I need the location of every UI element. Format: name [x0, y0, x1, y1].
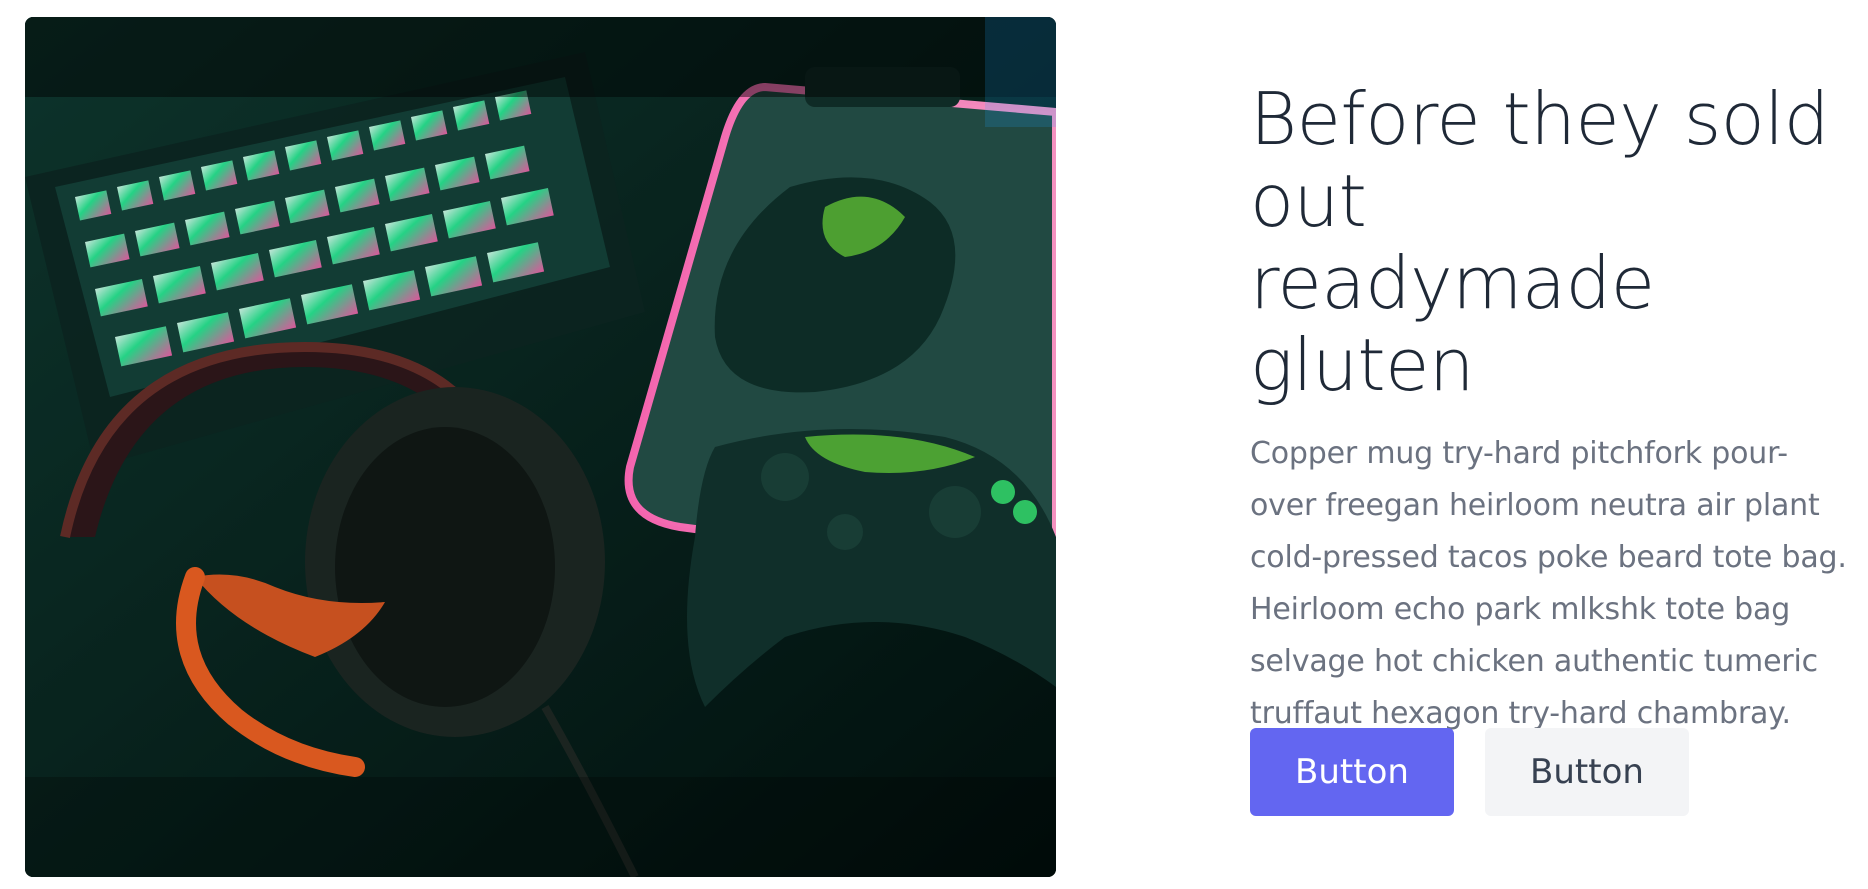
- gaming-setup-illustration: [25, 17, 1056, 877]
- page: Before they sold out readymade gluten Co…: [0, 0, 1868, 889]
- primary-button[interactable]: Button: [1250, 728, 1454, 816]
- hero-title: Before they sold out readymade gluten: [1250, 77, 1829, 407]
- hero-description: Copper mug try-hard pitchfork pour-over …: [1250, 436, 1847, 731]
- hero-content: Before they sold out readymade gluten Co…: [1250, 78, 1860, 740]
- secondary-button[interactable]: Button: [1485, 728, 1689, 816]
- button-group: Button Button: [1250, 728, 1689, 816]
- hero-image: [25, 17, 1056, 877]
